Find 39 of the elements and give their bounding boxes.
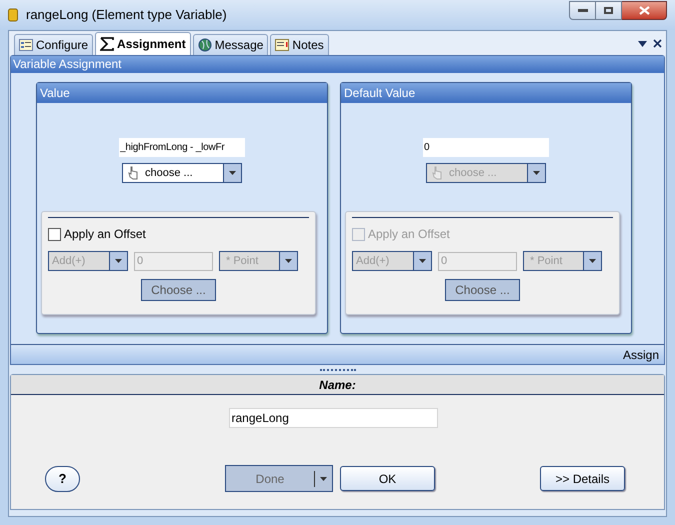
value-field[interactable]: _highFromLong - _lowFr [119, 138, 245, 157]
name-field[interactable]: rangeLong [228, 408, 438, 428]
pointer-hand-icon [431, 166, 443, 180]
section-header: Variable Assignment [11, 56, 664, 73]
close-icon[interactable] [653, 39, 662, 48]
caret-icon [115, 259, 122, 263]
caret-icon [419, 259, 426, 263]
window-title: rangeLong (Element type Variable) [26, 6, 227, 24]
caret-icon [229, 171, 236, 175]
sigma-icon [100, 37, 114, 51]
maximize-button[interactable] [596, 1, 622, 20]
tab[interactable]: Configure [14, 34, 94, 55]
caret-icon [320, 476, 327, 480]
help-button[interactable]: ? [45, 466, 80, 492]
cylinder-icon [8, 8, 18, 22]
apply-offset-checkbox[interactable]: Apply an Offset [48, 225, 309, 243]
tab[interactable]: Message [192, 34, 268, 55]
note-icon [275, 39, 290, 51]
name-header: Name: [11, 375, 664, 395]
tab[interactable]: Notes [270, 34, 329, 55]
caret-icon [589, 259, 596, 263]
globe-icon [198, 38, 212, 52]
choose-button[interactable]: Choose ... [141, 279, 216, 301]
assign-bar: Assign [11, 344, 664, 364]
group-header: Value [37, 83, 327, 103]
choose-dropdown[interactable]: choose ... [122, 163, 242, 183]
caret-icon [533, 171, 540, 175]
caret-icon [285, 259, 292, 263]
value-field[interactable]: 0 [423, 138, 549, 157]
form-icon [19, 39, 33, 51]
minimize-button[interactable] [569, 1, 596, 20]
pointer-hand-icon [127, 166, 139, 180]
close-button[interactable] [622, 1, 667, 20]
close-icon [638, 6, 650, 15]
dropdown-arrow-icon[interactable] [638, 40, 647, 46]
group-header: Default Value [341, 83, 631, 103]
tab[interactable]: Assignment [95, 32, 191, 55]
details-button[interactable]: >> Details [540, 466, 625, 491]
ok-button[interactable]: OK [340, 466, 435, 491]
